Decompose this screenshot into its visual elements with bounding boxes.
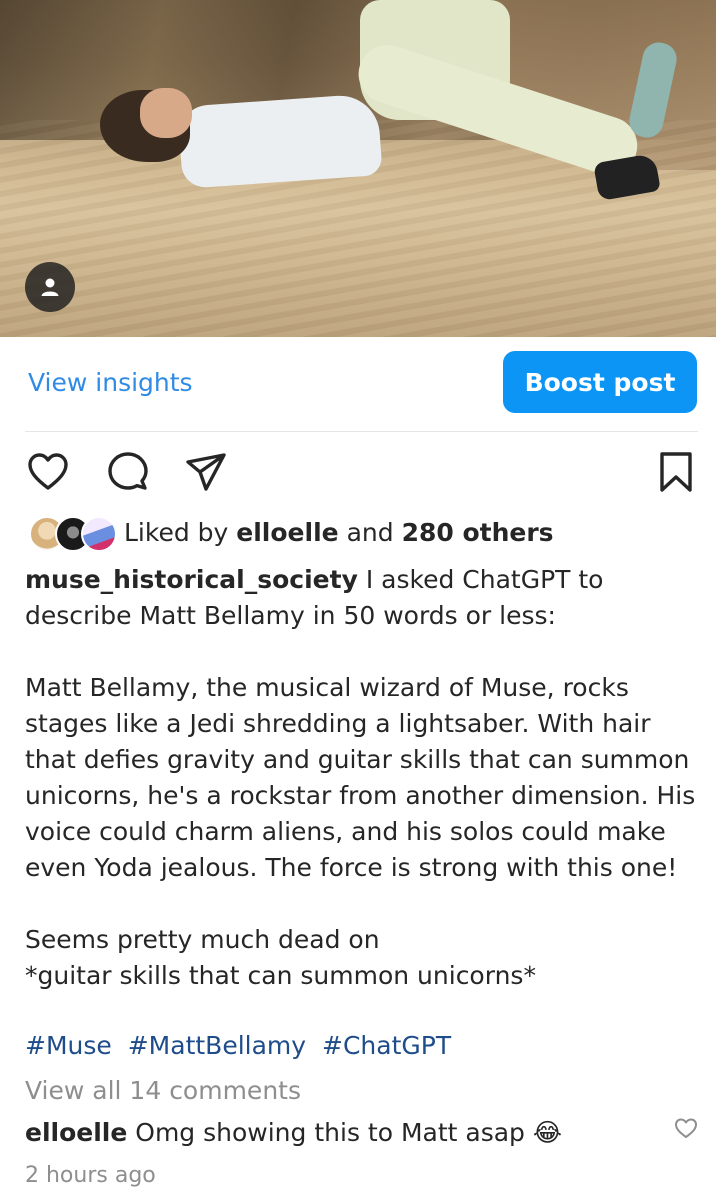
post-timestamp: 2 hours ago (25, 1163, 156, 1188)
caption-username[interactable]: muse_historical_society (25, 565, 358, 594)
user-tag-button[interactable] (25, 262, 75, 312)
boost-post-button[interactable]: Boost post (503, 351, 697, 413)
likes-prefix: Liked by (124, 518, 229, 547)
comment-username[interactable]: elloelle (25, 1118, 127, 1147)
hashtag-chatgpt[interactable]: #ChatGPT (322, 1031, 451, 1060)
heart-icon[interactable] (26, 450, 70, 494)
view-all-comments-link[interactable]: View all 14 comments (25, 1076, 301, 1105)
user-tag-icon (41, 278, 59, 296)
bookmark-icon[interactable] (654, 450, 698, 494)
divider (25, 431, 698, 432)
action-bar (0, 450, 716, 494)
photo-shirt (177, 93, 383, 189)
hashtag-mattbellamy[interactable]: #MattBellamy (128, 1031, 306, 1060)
caption-text: I asked ChatGPT to describe Matt Bellamy… (25, 565, 696, 990)
hashtag-muse[interactable]: #Muse (25, 1031, 112, 1060)
comment-item: elloelle Omg showing this to Matt asap 😂 (25, 1118, 562, 1147)
post-caption: muse_historical_society I asked ChatGPT … (25, 562, 700, 994)
view-insights-link[interactable]: View insights (28, 368, 193, 397)
liker-avatars (29, 516, 119, 552)
comment-text: Omg showing this to Matt asap 😂 (135, 1118, 563, 1147)
likes-text: Liked by elloelle and 280 others (124, 518, 554, 547)
post-image[interactable] (0, 0, 716, 337)
comment-icon[interactable] (106, 450, 150, 494)
photo-face (140, 88, 192, 138)
likes-others-count[interactable]: 280 others (402, 518, 554, 547)
likes-conjunction: and (346, 518, 394, 547)
likes-summary[interactable]: Liked by elloelle and 280 others (25, 514, 695, 552)
liker-username[interactable]: elloelle (236, 518, 338, 547)
share-icon[interactable] (184, 450, 228, 494)
comment-heart-icon[interactable] (672, 1114, 700, 1142)
hashtags: #Muse #MattBellamy #ChatGPT (25, 1031, 459, 1060)
avatar (81, 516, 117, 552)
